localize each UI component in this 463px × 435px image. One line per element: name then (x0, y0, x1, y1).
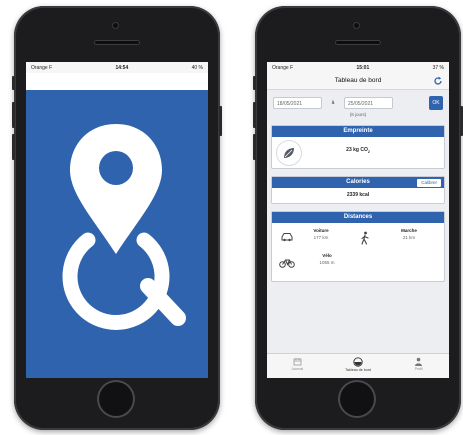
tab-profile[interactable]: Profil (388, 354, 449, 378)
page-title: Tableau de bord (334, 77, 382, 84)
clock: 14:54 (115, 64, 129, 71)
volume-down-button (253, 134, 256, 160)
walk-icon (361, 231, 369, 245)
gauge-icon (353, 357, 363, 367)
earpiece-speaker (94, 40, 140, 45)
distances-card: Distances Voiture 177 km Marche 21 km Vé… (271, 211, 445, 282)
ok-button[interactable]: OK (429, 96, 443, 110)
date-range-row: 18/05/2021 à 25/05/2021 OK (267, 96, 449, 110)
battery-label: 40 % (191, 64, 203, 71)
calories-title: Calories (346, 179, 370, 185)
clock: 15:01 (356, 64, 370, 71)
carrier-label: Orange F (272, 64, 294, 71)
calibrate-button[interactable]: Calibrer (417, 178, 441, 187)
bike-icon (279, 259, 295, 268)
phone-right: Orange F 15:01 37 % Tableau de bord 18/0… (253, 6, 463, 430)
volume-up-button (12, 102, 15, 128)
calories-card: Calories Calibrer 2339 kcal (271, 176, 445, 204)
day-count: (8 jours) (349, 112, 367, 117)
splash-background (26, 90, 208, 378)
footprint-card: Empreinte 23 kg CO2 (271, 125, 445, 169)
end-date-field[interactable]: 25/05/2021 (344, 97, 393, 109)
person-icon (415, 357, 423, 366)
home-button[interactable] (97, 380, 135, 418)
nav-bar: Tableau de bord (267, 73, 449, 90)
phone-left: Orange F 14:54 40 % (12, 6, 222, 430)
footprint-title: Empreinte (272, 126, 444, 137)
car-icon (281, 233, 293, 242)
mute-switch (253, 76, 256, 90)
car-distance: Voiture 177 km (313, 228, 329, 240)
carrier-label: Orange F (31, 64, 53, 71)
tab-dashboard[interactable]: Tableau de bord (328, 354, 389, 378)
walk-distance: Marche 21 km (401, 228, 417, 240)
mute-switch (12, 76, 15, 90)
splash-screen: Orange F 14:54 40 % (26, 62, 208, 378)
status-bar: Orange F 15:01 37 % (267, 62, 449, 73)
dashboard-screen: Orange F 15:01 37 % Tableau de bord 18/0… (267, 62, 449, 378)
bike-distance: Vélo 1055 m (319, 253, 335, 265)
volume-down-button (12, 134, 15, 160)
volume-up-button (253, 102, 256, 128)
home-button[interactable] (338, 380, 376, 418)
status-bar: Orange F 14:54 40 % (26, 62, 208, 73)
front-camera (353, 22, 360, 29)
start-date-field[interactable]: 18/05/2021 (273, 97, 322, 109)
dashboard-content: 18/05/2021 à 25/05/2021 OK (8 jours) Emp… (267, 90, 449, 360)
location-search-icon (62, 124, 186, 330)
leaf-icon (276, 140, 302, 166)
calendar-icon (293, 358, 302, 366)
earpiece-speaker (335, 40, 381, 45)
battery-label: 37 % (432, 64, 444, 71)
tab-journal[interactable]: Journal (267, 354, 328, 378)
calories-value: 2339 kcal (346, 192, 370, 198)
refresh-icon[interactable] (433, 76, 443, 86)
distances-title: Distances (272, 212, 444, 223)
front-camera (112, 22, 119, 29)
date-separator: à (331, 100, 335, 106)
tab-bar: Journal Tableau de bord Profil (267, 353, 449, 378)
power-button (219, 106, 222, 136)
